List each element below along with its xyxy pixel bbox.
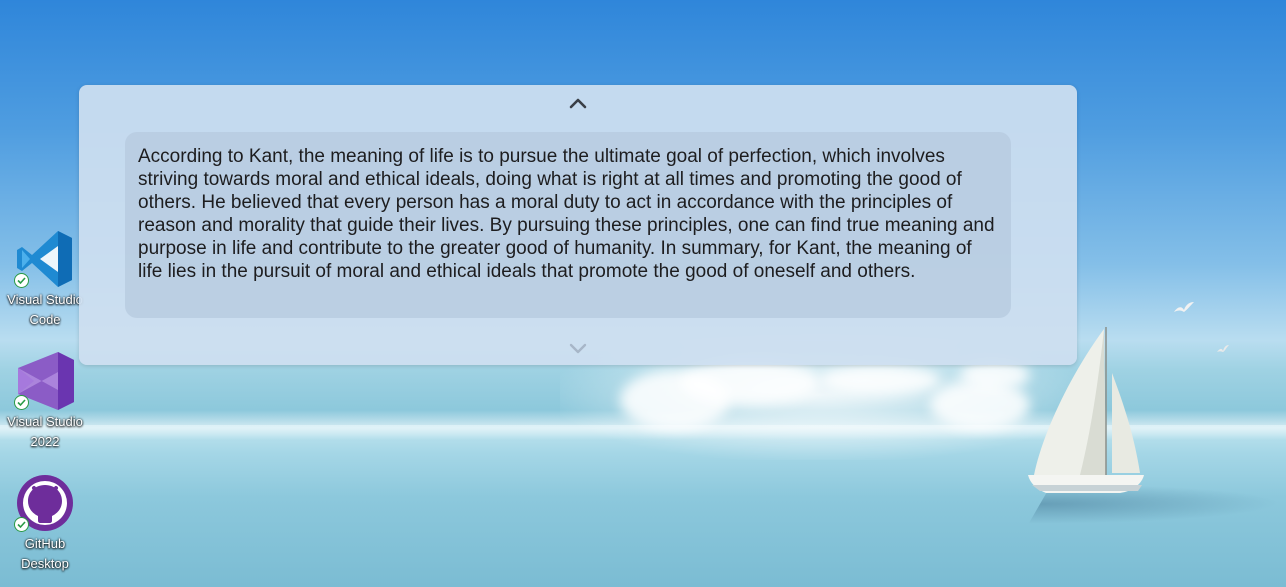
desktop-icon-label: GitHub Desktop	[21, 536, 69, 571]
seagull-illustration	[1217, 345, 1229, 352]
chevron-up-icon[interactable]	[566, 95, 590, 111]
sync-check-icon	[14, 395, 29, 410]
desktop-icon-label: Visual Studio Code	[7, 292, 83, 327]
desktop-icon-github-desktop[interactable]: GitHub Desktop	[0, 472, 90, 574]
answer-bubble: According to Kant, the meaning of life i…	[125, 132, 1011, 318]
github-desktop-icon	[14, 472, 76, 534]
chevron-down-icon[interactable]	[566, 340, 590, 356]
visual-studio-icon	[14, 350, 76, 412]
wallpaper-cloud	[820, 365, 940, 395]
sync-check-icon	[14, 517, 29, 532]
vscode-icon	[14, 228, 76, 290]
answer-text: According to Kant, the meaning of life i…	[138, 146, 995, 282]
sync-check-icon	[14, 273, 29, 288]
wallpaper-cloud	[680, 360, 820, 405]
desktop-icon-vscode[interactable]: Visual Studio Code	[0, 228, 90, 330]
seagull-illustration	[1174, 302, 1194, 312]
desktop-icon-visual-studio[interactable]: Visual Studio 2022	[0, 350, 90, 452]
answer-panel: According to Kant, the meaning of life i…	[79, 85, 1077, 365]
desktop-icon-label: Visual Studio 2022	[7, 414, 83, 449]
